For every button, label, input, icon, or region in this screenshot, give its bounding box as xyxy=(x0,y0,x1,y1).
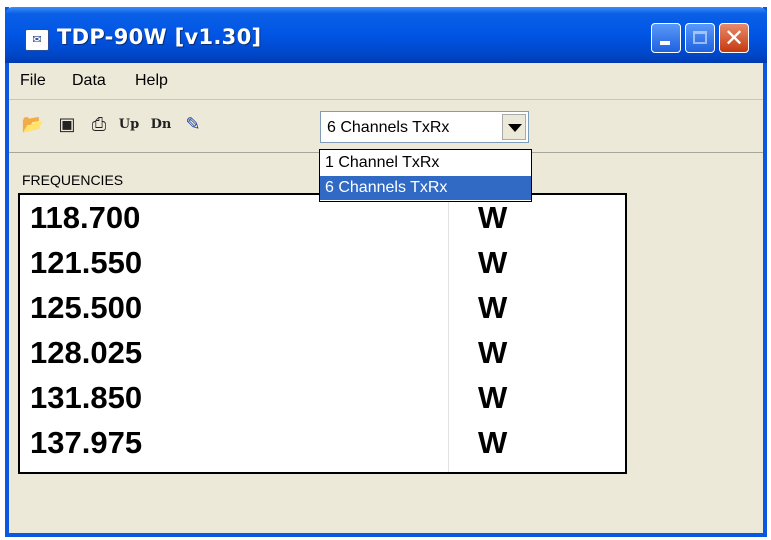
menu-help[interactable]: Help xyxy=(135,72,168,90)
frequency-cell[interactable]: 128.025 xyxy=(30,335,142,371)
table-row[interactable]: 137.975 W xyxy=(20,420,625,465)
window-title: TDP-90W [v1.30] xyxy=(57,25,262,49)
channel-option[interactable]: 1 Channel TxRx xyxy=(320,151,531,175)
table-row[interactable]: 125.500 W xyxy=(20,285,625,330)
dropdown-arrow-button[interactable] xyxy=(502,114,526,140)
app-icon[interactable]: ✉ xyxy=(25,29,49,51)
mode-cell[interactable]: W xyxy=(478,425,507,461)
mode-cell[interactable]: W xyxy=(478,245,507,281)
channel-dropdown-list: 1 Channel TxRx 6 Channels TxRx xyxy=(319,149,532,202)
connect-device-icon[interactable]: ✎ xyxy=(181,112,205,138)
close-icon: ✕ xyxy=(724,24,745,52)
minimize-icon xyxy=(660,41,670,45)
frequency-cell[interactable]: 118.700 xyxy=(30,200,140,236)
table-row[interactable]: 131.850 W xyxy=(20,375,625,420)
table-row[interactable]: 128.025 W xyxy=(20,330,625,375)
channel-select[interactable]: 6 Channels TxRx xyxy=(320,111,529,143)
open-folder-icon[interactable]: 📂 xyxy=(21,112,45,138)
mode-cell[interactable]: W xyxy=(478,380,507,416)
frequency-cell[interactable]: 121.550 xyxy=(30,245,142,281)
menu-bar: File Data Help xyxy=(9,63,763,100)
download-dn-icon[interactable]: Dn xyxy=(149,112,173,138)
frequency-cell[interactable]: 137.975 xyxy=(30,425,142,461)
menu-data[interactable]: Data xyxy=(72,72,106,90)
menu-file[interactable]: File xyxy=(20,72,46,90)
maximize-icon xyxy=(693,31,707,44)
chevron-down-icon xyxy=(508,124,522,132)
frequency-cell[interactable]: 131.850 xyxy=(30,380,142,416)
printer-icon[interactable]: ⎙ xyxy=(87,112,111,138)
frequencies-label: FREQUENCIES xyxy=(22,172,124,188)
close-button[interactable]: ✕ xyxy=(719,23,749,53)
mode-cell[interactable]: W xyxy=(478,200,507,236)
save-disk-icon[interactable]: ▣ xyxy=(55,112,79,138)
channel-select-value: 6 Channels TxRx xyxy=(327,119,450,136)
upload-up-icon[interactable]: Up xyxy=(117,112,141,138)
frequency-cell[interactable]: 125.500 xyxy=(30,290,142,326)
mode-cell[interactable]: W xyxy=(478,290,507,326)
minimize-button[interactable] xyxy=(651,23,681,53)
maximize-button[interactable] xyxy=(685,23,715,53)
mode-cell[interactable]: W xyxy=(478,335,507,371)
channel-option-selected[interactable]: 6 Channels TxRx xyxy=(320,176,531,200)
title-bar[interactable]: ✉ TDP-90W [v1.30] ✕ xyxy=(5,7,767,63)
frequency-table: 118.700 W 121.550 W 125.500 W 128.025 W … xyxy=(18,193,627,474)
table-row[interactable]: 121.550 W xyxy=(20,240,625,285)
